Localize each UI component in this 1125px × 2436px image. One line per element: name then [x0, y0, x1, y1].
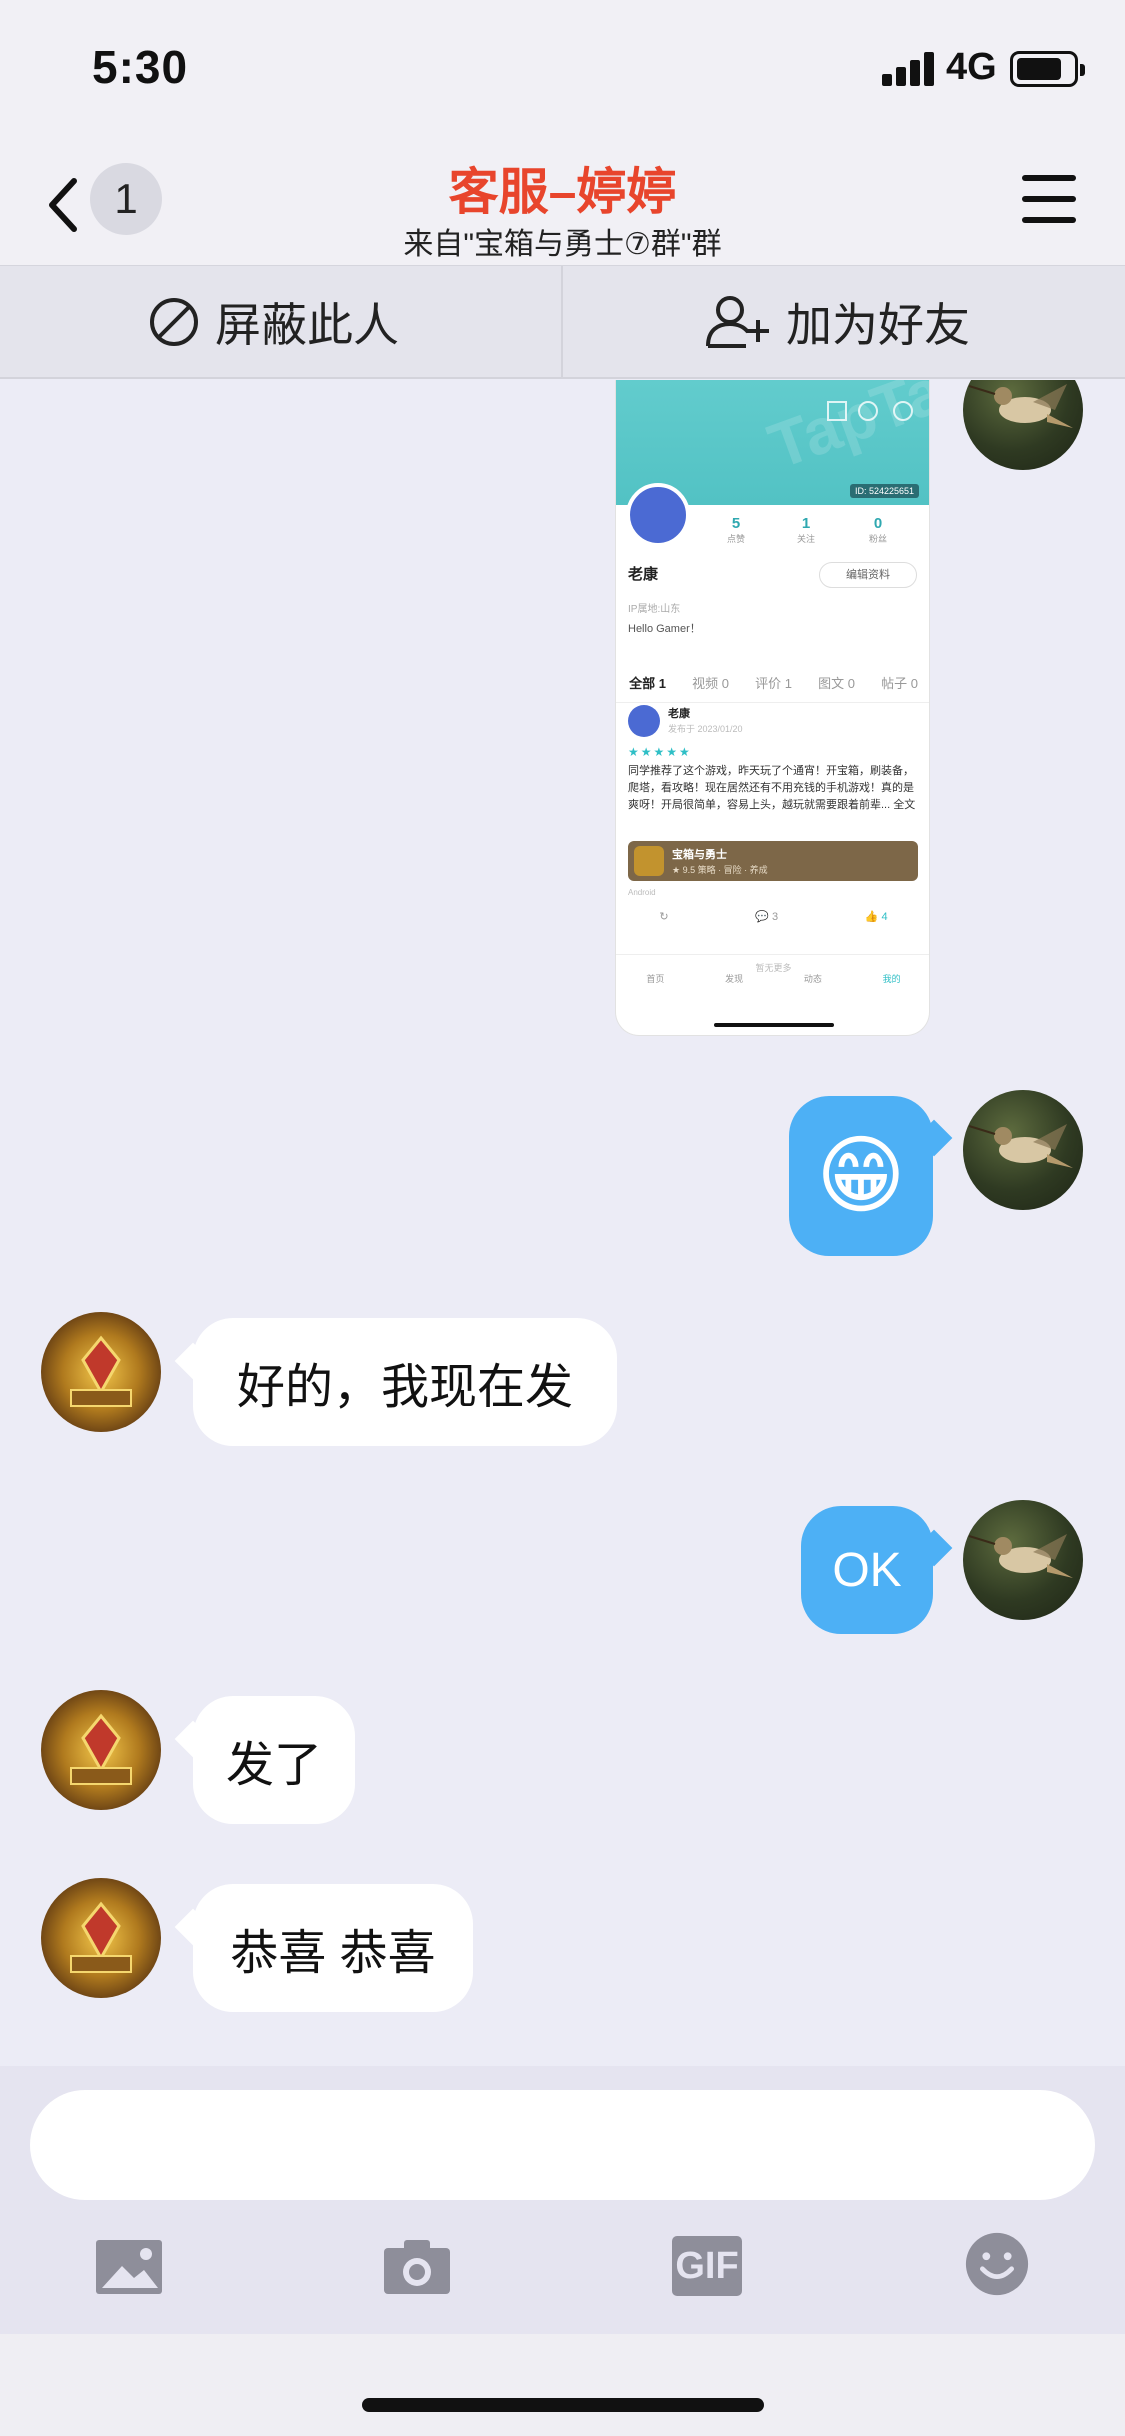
action-bar: 屏蔽此人 加为好友 — [0, 265, 1125, 379]
grin-emoji-icon: 😁 — [816, 1128, 906, 1224]
camera-icon[interactable] — [382, 2236, 452, 2296]
no-more-label: 暂无更多 — [616, 954, 929, 974]
nav-discover: 发现 — [725, 974, 744, 984]
tab-all: 全部 1 — [629, 676, 666, 691]
nav-feed: 动态 — [803, 974, 822, 984]
rating-stars: ★★★★★ — [628, 745, 692, 759]
post-text: 同学推荐了这个游戏，昨天玩了个通宵！开宝箱，刷装备，爬塔，看攻略！现在居然还有不… — [628, 765, 916, 811]
screenshot-home-indicator — [714, 1023, 834, 1027]
treasure-chest-icon — [70, 1713, 132, 1785]
post-avatar — [628, 705, 660, 737]
profile-name: 老康 — [628, 566, 659, 583]
status-bar: 5:30 4G — [0, 0, 1125, 135]
profile-tabs: 全部 1 视频 0 评价 1 图文 0 帖子 0 — [616, 663, 929, 703]
status-time: 5:30 — [92, 41, 189, 93]
game-icon — [634, 846, 664, 876]
treasure-chest-icon — [70, 1335, 132, 1407]
gif-button[interactable]: GIF — [672, 2236, 742, 2296]
message-bubble-incoming[interactable]: 恭喜 恭喜 — [193, 1884, 473, 2012]
chat-area[interactable]: TapTap ID: 524225651 5 点赞 1 关注 0 粉丝 老康 编辑资料… — [0, 380, 1125, 2066]
svg-text:TapTap: TapTap — [760, 380, 930, 483]
contact-avatar[interactable] — [41, 1690, 161, 1810]
comment-count: 💬 3 — [755, 911, 779, 923]
message-bubble-incoming[interactable]: 好的，我现在发 — [193, 1318, 617, 1446]
profile-avatar — [626, 483, 690, 547]
game-name: 宝箱与勇士 — [672, 849, 727, 861]
emoji-icon[interactable] — [962, 2230, 1032, 2298]
block-user-label: 屏蔽此人 — [215, 299, 399, 351]
game-card: 宝箱与勇士 ★ 9.5 策略 · 冒险 · 养成 — [628, 841, 918, 881]
profile-bio: Hello Gamer！ — [628, 623, 701, 635]
stat-following: 1 关注 — [796, 515, 815, 544]
post-author: 老康 — [668, 708, 690, 720]
battery-icon — [1010, 51, 1085, 87]
tab-review: 评价 1 — [755, 676, 792, 691]
block-icon — [150, 298, 198, 346]
message-text: 发了 — [225, 1739, 322, 1792]
nav-home: 首页 — [646, 974, 665, 984]
message-text: 恭喜 恭喜 — [230, 1927, 436, 1980]
message-text: OK — [832, 1543, 902, 1597]
my-avatar[interactable] — [963, 1500, 1083, 1620]
app-bottom-nav: 首页 发现 动态 我的 — [616, 972, 929, 985]
game-meta: ★ 9.5 策略 · 冒险 · 养成 — [672, 865, 768, 875]
chat-title: 客服–婷婷 — [448, 164, 677, 220]
my-avatar[interactable] — [963, 380, 1083, 470]
profile-location: IP属地:山东 — [628, 604, 681, 615]
tab-video: 视频 0 — [692, 676, 729, 691]
hummingbird-icon — [968, 1534, 1073, 1578]
edit-profile-button: 编辑资料 — [819, 562, 917, 588]
tab-posts: 帖子 0 — [881, 676, 918, 691]
message-text: 好的，我现在发 — [236, 1361, 573, 1414]
like-count: 👍 4 — [864, 911, 888, 923]
input-panel: GIF — [0, 2066, 1125, 2334]
add-friend-label: 加为好友 — [786, 299, 970, 351]
contact-avatar[interactable] — [41, 1312, 161, 1432]
add-friend-icon — [706, 296, 769, 348]
post-actions: ↻ 💬 3 👍 4 — [616, 910, 929, 923]
block-user-button[interactable]: 屏蔽此人 — [147, 266, 399, 378]
stat-followers: 0 粉丝 — [868, 515, 887, 544]
user-id-tag: ID: 524225651 — [849, 484, 919, 498]
contact-avatar[interactable] — [41, 1878, 161, 1998]
stat-likes: 5 点赞 — [726, 515, 745, 544]
chat-subtitle: 来自"宝箱与勇士⑦群"群 — [403, 228, 722, 261]
home-indicator[interactable] — [362, 2398, 764, 2412]
nav-me: 我的 — [882, 974, 901, 984]
tab-image: 图文 0 — [818, 676, 855, 691]
share-icon: ↻ — [659, 911, 669, 923]
screenshot-image-message[interactable]: TapTap ID: 524225651 5 点赞 1 关注 0 粉丝 老康 编辑资料… — [615, 380, 930, 1036]
platform-label: Android — [628, 888, 656, 897]
hummingbird-icon — [968, 384, 1073, 428]
my-avatar[interactable] — [963, 1090, 1083, 1210]
image-icon[interactable] — [94, 2236, 164, 2296]
bottom-safe-area — [0, 2334, 1125, 2436]
signal-icon — [882, 52, 934, 86]
gif-label: GIF — [675, 2245, 739, 2287]
hummingbird-icon — [968, 1124, 1073, 1168]
message-input[interactable] — [30, 2090, 1095, 2200]
message-bubble-outgoing[interactable]: 😁 — [789, 1096, 933, 1256]
treasure-chest-icon — [70, 1901, 132, 1973]
post-date: 发布于 2023/01/20 — [668, 724, 743, 734]
message-bubble-outgoing[interactable]: OK — [801, 1506, 933, 1634]
add-friend-button[interactable]: 加为好友 — [702, 266, 970, 378]
message-bubble-incoming[interactable]: 发了 — [193, 1696, 355, 1824]
network-label: 4G — [946, 46, 997, 88]
action-divider — [561, 266, 563, 378]
